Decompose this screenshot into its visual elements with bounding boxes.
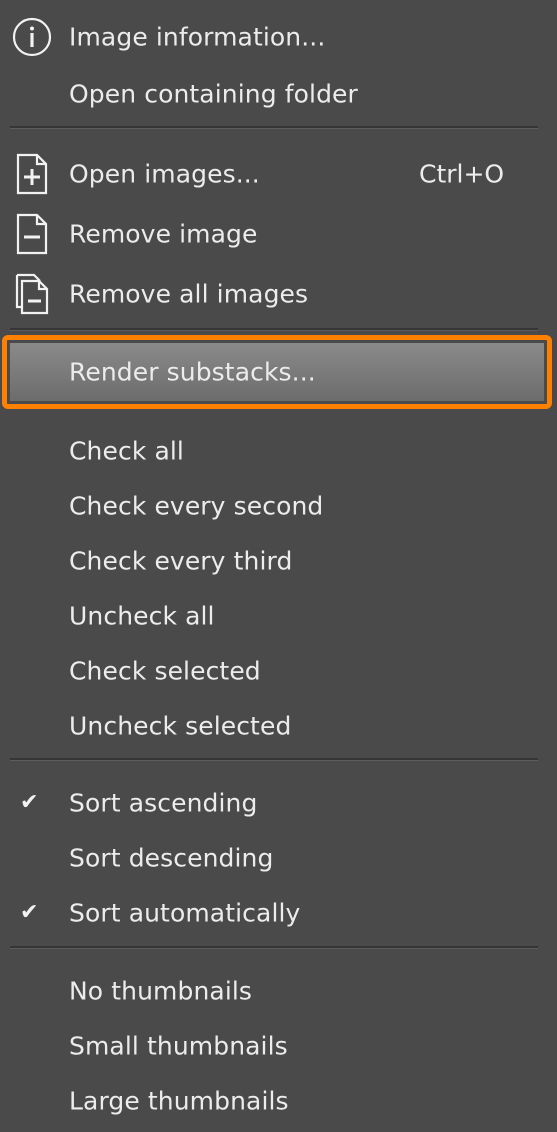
menu-item-label: Check selected <box>69 656 261 686</box>
menu-item-label: Remove all images <box>69 279 309 309</box>
menu-item-label: Sort descending <box>69 843 274 873</box>
checkmark-icon: ✔ <box>20 790 39 815</box>
context-menu: Image information... Open containing fol… <box>0 0 557 1132</box>
menu-item-open-images[interactable]: Open images... Ctrl+O <box>0 147 557 201</box>
menu-item-label: Open images... <box>69 159 260 189</box>
menu-item-check-selected[interactable]: Check selected <box>0 644 557 698</box>
menu-item-label: Render substacks... <box>69 357 316 387</box>
menu-item-label: Small thumbnails <box>69 1031 288 1061</box>
menu-item-label: Image information... <box>69 22 326 52</box>
menu-item-sort-descending[interactable]: Sort descending <box>0 831 557 885</box>
menu-item-label: Large thumbnails <box>69 1086 289 1116</box>
info-icon <box>10 15 54 59</box>
menu-item-remove-all-images[interactable]: Remove all images <box>0 267 557 321</box>
menu-item-label: Sort automatically <box>69 898 301 928</box>
menu-separator <box>10 126 538 129</box>
menu-item-label: Open containing folder <box>69 79 358 109</box>
menu-item-check-all[interactable]: Check all <box>0 424 557 478</box>
remove-all-files-icon <box>10 272 54 316</box>
menu-item-render-substacks[interactable]: Render substacks... <box>0 345 557 399</box>
menu-item-image-information[interactable]: Image information... <box>0 10 557 64</box>
menu-separator <box>10 946 538 949</box>
menu-item-sort-ascending[interactable]: ✔ Sort ascending <box>0 776 557 830</box>
menu-item-open-containing-folder[interactable]: Open containing folder <box>0 67 557 121</box>
menu-item-sort-automatically[interactable]: ✔ Sort automatically <box>0 886 557 940</box>
menu-item-label: Check all <box>69 436 184 466</box>
menu-item-remove-image[interactable]: Remove image <box>0 207 557 261</box>
menu-item-label: Uncheck all <box>69 601 215 631</box>
menu-item-check-every-second[interactable]: Check every second <box>0 479 557 533</box>
menu-item-uncheck-selected[interactable]: Uncheck selected <box>0 699 557 753</box>
menu-item-label: Remove image <box>69 219 258 249</box>
menu-item-label: No thumbnails <box>69 976 253 1006</box>
menu-item-check-every-third[interactable]: Check every third <box>0 534 557 588</box>
menu-separator <box>10 328 538 331</box>
menu-item-no-thumbnails[interactable]: No thumbnails <box>0 964 557 1018</box>
menu-item-label: Uncheck selected <box>69 711 292 741</box>
menu-item-uncheck-all[interactable]: Uncheck all <box>0 589 557 643</box>
menu-item-label: Check every third <box>69 546 293 576</box>
menu-item-small-thumbnails[interactable]: Small thumbnails <box>0 1019 557 1073</box>
checkmark-icon: ✔ <box>20 900 39 925</box>
menu-item-label: Check every second <box>69 491 324 521</box>
menu-item-label: Sort ascending <box>69 788 258 818</box>
menu-separator <box>10 758 538 761</box>
menu-item-large-thumbnails[interactable]: Large thumbnails <box>0 1074 557 1128</box>
add-file-icon <box>10 152 54 196</box>
remove-file-icon <box>10 212 54 256</box>
keyboard-shortcut: Ctrl+O <box>419 159 505 189</box>
